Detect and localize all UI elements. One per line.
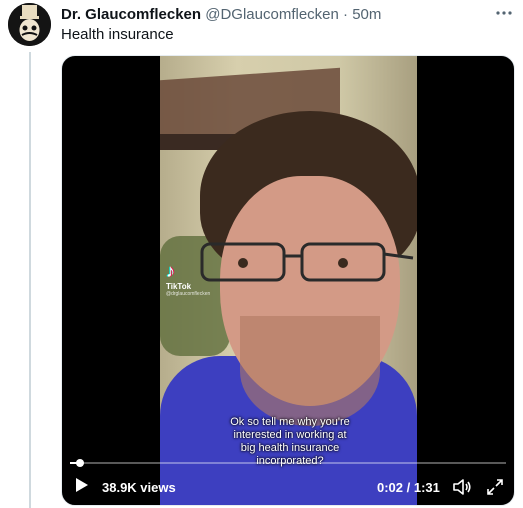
tiktok-watermark: ♪ TikTok @drglaucomflecken — [166, 262, 210, 297]
tiktok-logo-icon: ♪ — [166, 261, 175, 281]
caption-line: interested in working at — [233, 429, 347, 441]
tweet-text: Health insurance — [61, 26, 174, 43]
separator-dot: · — [343, 6, 349, 23]
fullscreen-icon[interactable] — [486, 478, 504, 496]
tiktok-handle: @drglaucomflecken — [166, 291, 211, 297]
caption-line: Ok so tell me why you're — [230, 416, 350, 428]
thread-line — [29, 52, 31, 508]
caption-line: big health insurance — [240, 442, 340, 454]
video-player[interactable]: ♪ TikTok @drglaucomflecken Ok so tell me… — [61, 55, 515, 506]
play-icon[interactable] — [76, 478, 88, 492]
tweet-header: Dr. Glaucomflecken @DGlaucomflecken · 50… — [61, 6, 381, 24]
video-frame[interactable]: ♪ TikTok @drglaucomflecken Ok so tell me… — [160, 56, 417, 505]
author-name[interactable]: Dr. Glaucomflecken — [61, 6, 201, 23]
timecode: 0:02 / 1:31 — [377, 480, 440, 495]
author-handle[interactable]: @DGlaucomflecken — [205, 6, 339, 23]
avatar[interactable] — [8, 3, 51, 46]
volume-icon[interactable] — [452, 478, 472, 496]
avatar-image — [8, 3, 51, 46]
tiktok-brand: TikTok — [166, 282, 192, 291]
more-icon[interactable] — [493, 2, 515, 24]
progress-knob[interactable] — [75, 459, 84, 467]
view-count: 38.9K views — [102, 480, 176, 495]
progress-bar[interactable] — [70, 459, 506, 467]
video-controls: 38.9K views 0:02 / 1:31 — [62, 476, 514, 502]
person-beard — [240, 316, 380, 426]
person-glasses — [200, 242, 414, 282]
timestamp[interactable]: 50m — [352, 6, 381, 23]
video-caption: Ok so tell me why you're interested in w… — [212, 416, 368, 468]
